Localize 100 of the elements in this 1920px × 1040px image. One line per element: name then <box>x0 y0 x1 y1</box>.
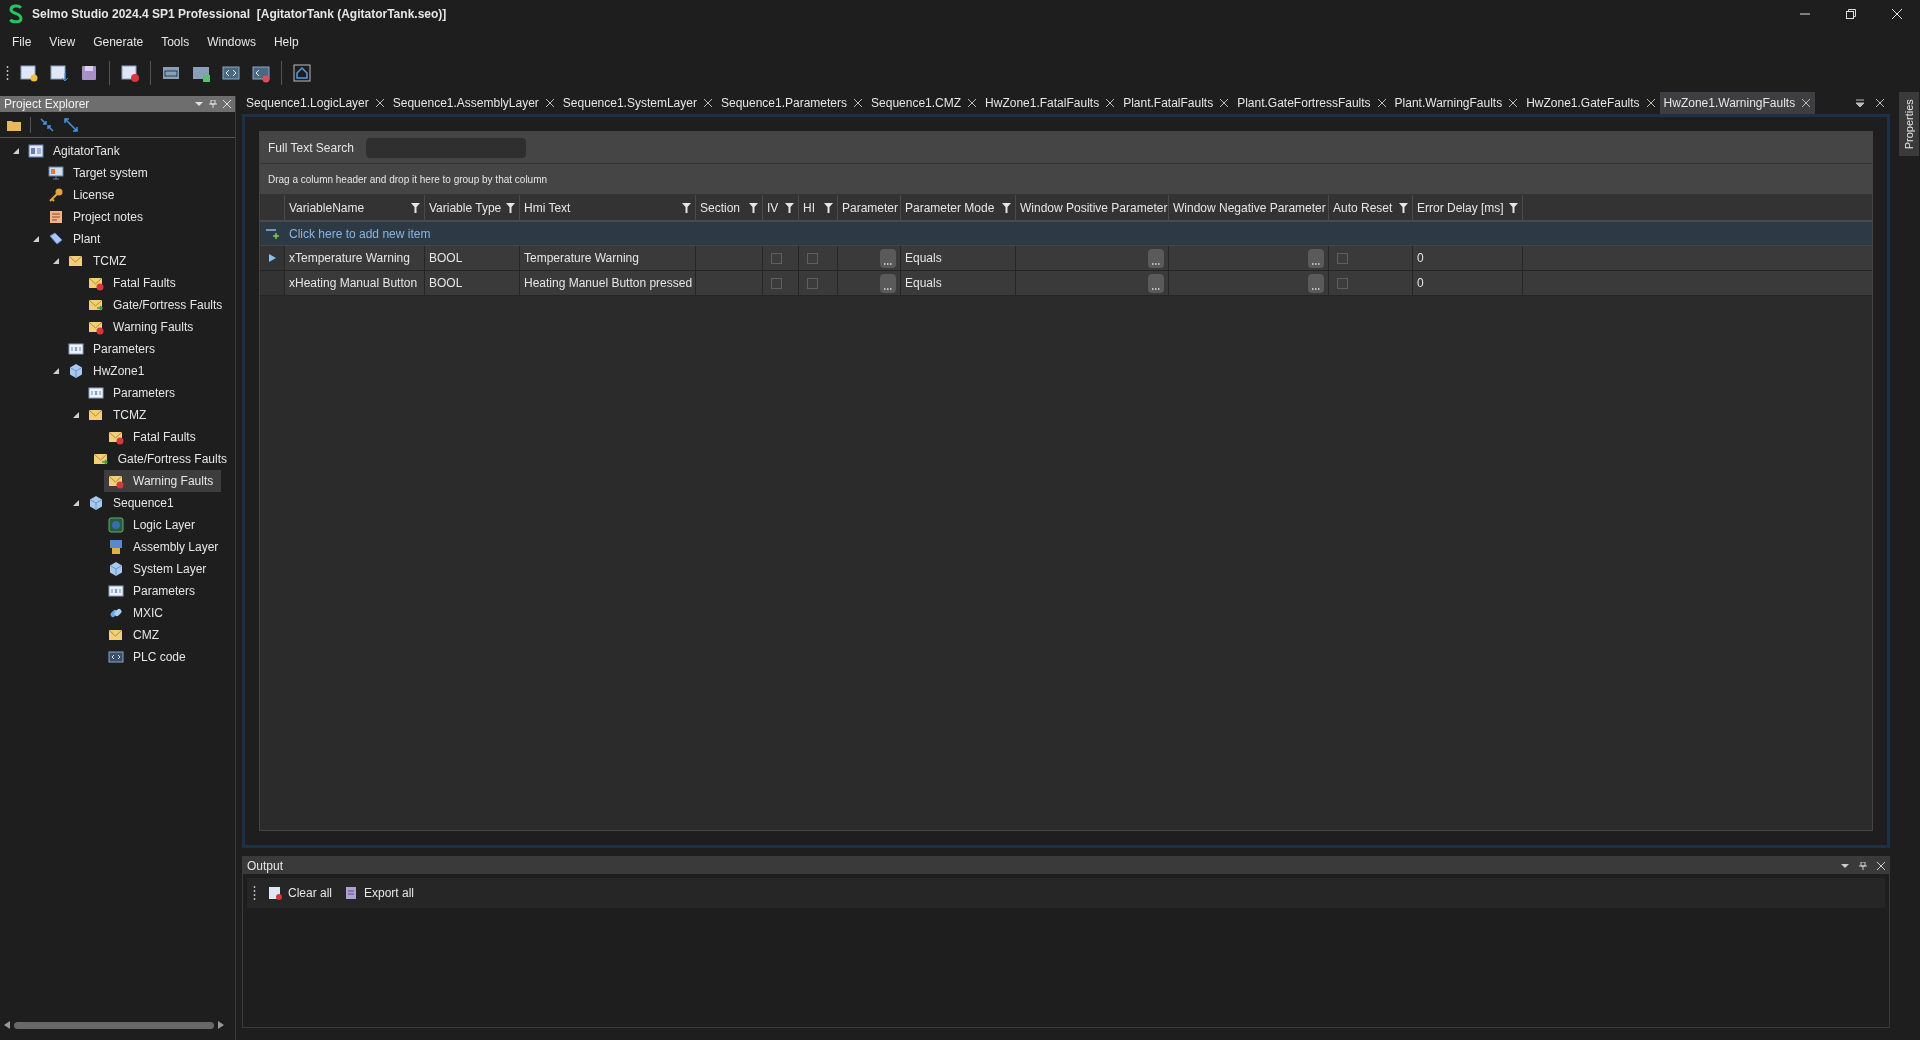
collapse-arrow-icon[interactable] <box>12 147 20 155</box>
close-icon[interactable] <box>1509 99 1518 107</box>
document-tab[interactable]: Plant.FatalFaults <box>1119 92 1234 114</box>
filter-icon[interactable] <box>824 202 833 213</box>
column-header[interactable]: Parameter Mode <box>901 195 1016 220</box>
tree-item[interactable]: License <box>44 184 123 206</box>
menu-item[interactable]: Windows <box>198 31 265 53</box>
tree-item[interactable]: PLC code <box>104 646 194 668</box>
ellipsis-button[interactable] <box>1148 273 1164 293</box>
close-icon[interactable] <box>1802 99 1811 107</box>
menu-item[interactable]: Generate <box>84 31 153 53</box>
ellipsis-button[interactable] <box>880 273 896 293</box>
document-tab[interactable]: Sequence1.AssemblyLayer <box>388 92 559 114</box>
tree-item[interactable]: Project notes <box>44 206 152 228</box>
output-toolbar-button[interactable]: Export all <box>344 884 415 902</box>
close-icon[interactable] <box>854 99 863 107</box>
pin-icon[interactable] <box>1859 861 1867 870</box>
document-tab[interactable]: HwZone1.GateFaults <box>1522 92 1660 114</box>
tree-item[interactable]: Parameters <box>64 338 164 360</box>
document-tab[interactable]: Sequence1.LogicLayer <box>242 92 389 114</box>
checkbox[interactable] <box>807 252 818 264</box>
document-tab[interactable]: Sequence1.SystemLayer <box>558 92 717 114</box>
column-header[interactable]: HI <box>799 195 838 220</box>
checkbox[interactable] <box>771 277 782 289</box>
expand-all-icon[interactable] <box>63 116 79 133</box>
checkbox[interactable] <box>807 277 818 289</box>
output-toolbar-button[interactable]: Clear all <box>268 884 332 902</box>
tree-item[interactable]: Logic Layer <box>104 514 204 536</box>
properties-tab[interactable]: Properties <box>1899 92 1919 156</box>
filter-icon[interactable] <box>1399 202 1408 213</box>
column-header[interactable]: IV <box>763 195 799 220</box>
home-icon[interactable] <box>292 63 312 83</box>
close-icon[interactable] <box>1220 99 1229 107</box>
new-document-icon[interactable] <box>19 63 39 83</box>
close-icon[interactable] <box>375 99 384 107</box>
ellipsis-button[interactable] <box>1308 273 1324 293</box>
dropdown-icon[interactable] <box>1841 861 1849 870</box>
ellipsis-button[interactable] <box>880 248 896 268</box>
column-header[interactable]: Variable Type <box>425 195 520 220</box>
ellipsis-button[interactable] <box>1308 248 1324 268</box>
tree-item[interactable]: System Layer <box>104 558 215 580</box>
scroll-left-icon[interactable] <box>4 1021 10 1029</box>
tree-item[interactable]: Fatal Faults <box>104 426 204 448</box>
column-header[interactable]: Auto Reset <box>1329 195 1413 220</box>
menu-item[interactable]: Help <box>264 31 308 53</box>
tree-item[interactable]: CMZ <box>104 624 167 646</box>
filter-icon[interactable] <box>411 202 420 213</box>
scroll-right-icon[interactable] <box>218 1021 224 1029</box>
collapse-arrow-icon[interactable] <box>72 411 80 419</box>
close-icon[interactable] <box>223 100 231 108</box>
checkbox[interactable] <box>1337 277 1348 289</box>
collapse-arrow-icon[interactable] <box>52 367 60 375</box>
menu-item[interactable]: View <box>40 31 85 53</box>
close-icon[interactable] <box>1876 99 1884 107</box>
column-header[interactable]: Error Delay [ms] <box>1413 195 1523 220</box>
filter-icon[interactable] <box>749 202 758 213</box>
column-header[interactable]: VariableName <box>285 195 425 220</box>
dropdown-icon[interactable] <box>195 100 203 108</box>
close-icon[interactable] <box>1377 99 1386 107</box>
import-icon[interactable] <box>49 63 69 83</box>
collapse-all-icon[interactable] <box>39 116 55 133</box>
tree-item[interactable]: Assembly Layer <box>104 536 227 558</box>
tree-item[interactable]: Target system <box>44 162 156 184</box>
checkbox[interactable] <box>1337 252 1348 264</box>
tree-item[interactable]: Gate/Fortress Faults <box>88 448 235 470</box>
tree-item[interactable]: Parameters <box>84 382 184 404</box>
close-icon[interactable] <box>703 99 712 107</box>
tree-item[interactable]: Parameters <box>104 580 204 602</box>
filter-icon[interactable] <box>682 202 691 213</box>
menu-item[interactable]: Tools <box>152 31 199 53</box>
tree-item[interactable]: Warning Faults <box>104 470 222 492</box>
tree-item[interactable]: Plant <box>44 228 109 250</box>
checkbox[interactable] <box>771 252 782 264</box>
tree-item[interactable]: AgitatorTank <box>24 140 128 162</box>
tree-item[interactable]: Sequence1 <box>84 492 182 514</box>
filter-icon[interactable] <box>1002 202 1011 213</box>
tree-item[interactable]: TCMZ <box>84 404 155 426</box>
tree-item[interactable]: MXIC <box>104 602 171 624</box>
document-tab[interactable]: Sequence1.CMZ <box>867 92 982 114</box>
pin-icon[interactable] <box>209 100 217 108</box>
tree-item[interactable]: HwZone1 <box>64 360 153 382</box>
row-indicator[interactable] <box>260 246 285 270</box>
document-tab[interactable]: Plant.WarningFaults <box>1390 92 1523 114</box>
document-tab[interactable]: HwZone1.WarningFaults <box>1659 92 1816 114</box>
add-item-link[interactable]: Click here to add new item <box>285 224 435 243</box>
document-tab[interactable]: HwZone1.FatalFaults <box>981 92 1120 114</box>
close-icon[interactable] <box>1106 99 1115 107</box>
document-tab[interactable]: Plant.GateFortressFaults <box>1233 92 1391 114</box>
add-row-icon[interactable] <box>265 227 280 240</box>
collapse-arrow-icon[interactable] <box>72 499 80 507</box>
code-icon[interactable] <box>221 63 241 83</box>
close-icon[interactable] <box>1877 861 1885 870</box>
ellipsis-button[interactable] <box>1148 248 1164 268</box>
column-header[interactable]: Section <box>696 195 763 220</box>
tree-item[interactable]: TCMZ <box>64 250 135 272</box>
filter-icon[interactable] <box>506 202 515 213</box>
column-header[interactable]: Hmi Text <box>520 195 696 220</box>
close-icon[interactable] <box>1646 99 1655 107</box>
collapse-arrow-icon[interactable] <box>32 235 40 243</box>
horizontal-scrollbar[interactable] <box>14 1021 214 1029</box>
